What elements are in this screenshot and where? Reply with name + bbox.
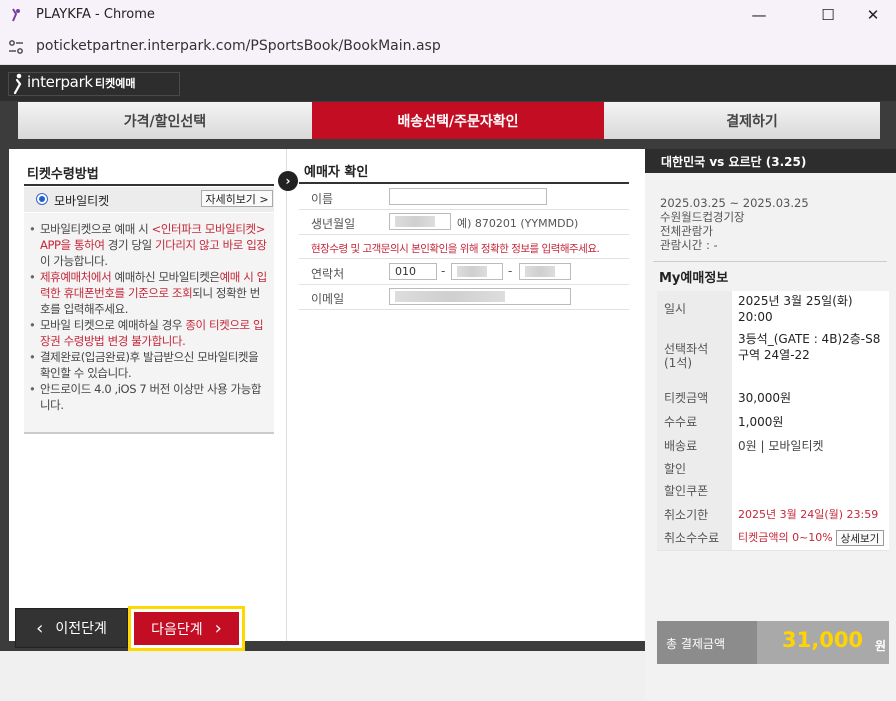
next-step-label: 다음단계 [151,621,203,638]
mobile-ticket-label: 모바일티켓 [54,194,110,208]
event-info: 2025.03.25 ~ 2025.03.25 수원월드컵경기장 전체관람가 관… [660,196,809,252]
table-row: 일시 2025년 3월 25일(화) 20:00 [657,291,889,327]
phone-label: 연락처 [311,267,345,281]
ticket-method-title: 티켓수령방법 [27,167,99,182]
phone-row: 연락처 010 - - [299,258,629,285]
mobile-ticket-option[interactable]: 모바일티켓 자세히보기 > [24,187,274,212]
birth-row: 생년월일 예) 870201 (YYMMDD) [299,209,629,235]
name-row: 이름 [299,185,629,210]
row-label: 배송료 [664,439,698,453]
event-dates: 2025.03.25 ~ 2025.03.25 [660,196,809,210]
birth-hint: 예) 870201 (YYMMDD) [457,217,579,230]
close-button[interactable]: ✕ [850,0,896,30]
minimize-button[interactable]: — [736,0,782,30]
step-payment: 결제하기 [604,102,880,139]
row-value: 2025년 3월 25일(화) 20:00 [738,294,853,324]
warning-text: 현장수령 및 고객문의시 본인확인을 위해 정확한 정보를 입력해주세요. [311,243,600,255]
email-input[interactable] [389,288,571,305]
divider [299,182,629,184]
table-row: 티켓금액 30,000원 [657,387,889,411]
total-payment: 총 결제금액 31,000 원 [657,621,889,664]
address-bar: poticketpartner.interpark.com/PSportsBoo… [0,30,896,65]
row-label: 수수료 [664,415,698,429]
phone-separator: - [508,264,513,278]
step-delivery-confirm: 배송선택/주문자확인 [312,102,604,139]
next-step-highlight: 다음단계 › [128,606,245,651]
phone-last-input[interactable] [519,263,571,280]
total-label: 총 결제금액 [666,637,726,651]
table-row: 배송료 0원 | 모바일티켓 [657,434,889,459]
table-row: 할인쿠폰 [657,480,889,504]
url-text[interactable]: poticketpartner.interpark.com/PSportsBoo… [36,38,441,54]
note-item: 안드로이드 4.0 ,iOS 7 버전 이상만 사용 가능합니다. [26,381,270,413]
ticket-notes: 모바일티켓으로 예매 시 <인터파크 모바일티켓> APP을 통하여 경기 당일… [24,213,274,434]
ticket-method-panel: 티켓수령방법 모바일티켓 자세히보기 > 모바일티켓으로 예매 시 <인터파크 … [9,149,286,641]
note-item: 결제완료(입금완료)후 발급받으신 모바일티켓을 확인할 수 있습니다. [26,349,270,381]
row-label: 선택좌석 (1석) [664,342,709,370]
warning-row: 현장수령 및 고객문의시 본인확인을 위해 정확한 정보를 입력해주세요. [299,238,629,259]
table-row: 취소수수료 티켓금액의 0~10% 상세보기 [657,526,889,551]
my-booking-title: My예매정보 [659,271,729,286]
email-row: 이메일 [299,284,629,310]
buyer-confirm-panel: › 예매자 확인 이름 생년월일 예) 870201 (YYMMDD) 현장수령… [278,149,645,641]
event-rating: 전체관람가 [660,224,713,238]
window-titlebar: PLAYKFA - Chrome — ☐ ✕ [0,0,896,30]
step-price-discount: 가격/할인선택 [18,102,312,139]
row-label: 취소기한 [664,508,709,522]
row-value: 0원 | 모바일티켓 [738,439,824,453]
email-label: 이메일 [311,292,345,306]
site-info-icon[interactable] [8,39,24,55]
row-label: 할인 [664,462,687,476]
previous-step-button[interactable]: ‹ 이전단계 [15,608,128,648]
radio-selected-dot [39,196,45,202]
brand-sub: 티켓예매 [95,77,136,90]
row-label: 일시 [664,302,687,316]
row-value: 티켓금액의 0~10% [738,531,833,544]
row-label: 할인쿠폰 [664,484,709,498]
chevron-right-icon: › [214,618,222,639]
previous-step-label: 이전단계 [55,621,107,637]
row-label: 취소수수료 [664,531,720,545]
table-row: 선택좌석 (1석) 3등석_(GATE : 4B)2층-S8구역 24열-22 [657,326,889,388]
playkfa-logo-icon [12,8,20,22]
table-row: 취소기한 2025년 3월 24일(월) 23:59 [657,503,889,527]
note-item: 모바일 티켓으로 예매하실 경우 종이 티켓으로 입장권 수령방법 변경 불가합… [26,317,270,349]
row-value: 30,000원 [738,391,792,405]
divider [653,261,887,262]
divider [24,184,274,186]
event-header: 대한민국 vs 요르단 (3.25) [645,149,896,173]
next-step-button[interactable]: 다음단계 › [134,612,239,645]
name-label: 이름 [311,192,334,206]
cancel-fee-detail-button[interactable]: 상세보기 [836,530,884,546]
row-value: 1,000원 [738,415,784,429]
detail-view-button[interactable]: 자세히보기 > [201,190,273,207]
chevron-left-icon: ‹ [36,617,44,639]
buyer-title: 예매자 확인 [304,165,369,180]
table-row: 할인 [657,458,889,481]
total-unit: 원 [875,639,887,653]
booking-page: interpark 티켓예매 가격/할인선택 배송선택/주문자확인 결제하기 티… [0,65,896,701]
phone-prefix-input[interactable]: 010 [389,263,437,280]
birth-label: 생년월일 [311,217,356,231]
note-item: 제휴예매처에서 예매하신 모바일티켓은예매 시 입력한 휴대폰번호를 기준으로 … [26,269,270,317]
booking-summary-panel: 대한민국 vs 요르단 (3.25) 2025.03.25 ~ 2025.03.… [645,149,896,701]
row-label: 티켓금액 [664,391,709,405]
brand-bar: interpark 티켓예매 [0,65,896,101]
brand-name: interpark [27,73,93,91]
name-input[interactable] [389,188,547,205]
maximize-button[interactable]: ☐ [805,0,851,30]
event-venue: 수원월드컵경기장 [660,210,745,224]
total-value: 31,000 [782,628,864,652]
event-title: 대한민국 vs 요르단 (3.25) [661,155,807,169]
row-value: 2025년 3월 24일(월) 23:59 [738,508,879,521]
event-runtime: 관람시간 : - [660,238,718,252]
note-item: 모바일티켓으로 예매 시 <인터파크 모바일티켓> APP을 통하여 경기 당일… [26,221,270,269]
chevron-right-icon: › [278,171,298,191]
birth-input[interactable] [389,213,451,230]
phone-separator: - [441,264,446,278]
row-value: 3등석_(GATE : 4B)2층-S8구역 24열-22 [738,332,881,362]
phone-middle-input[interactable] [451,263,503,280]
window-title: PLAYKFA - Chrome [36,7,155,22]
table-row: 수수료 1,000원 [657,410,889,435]
